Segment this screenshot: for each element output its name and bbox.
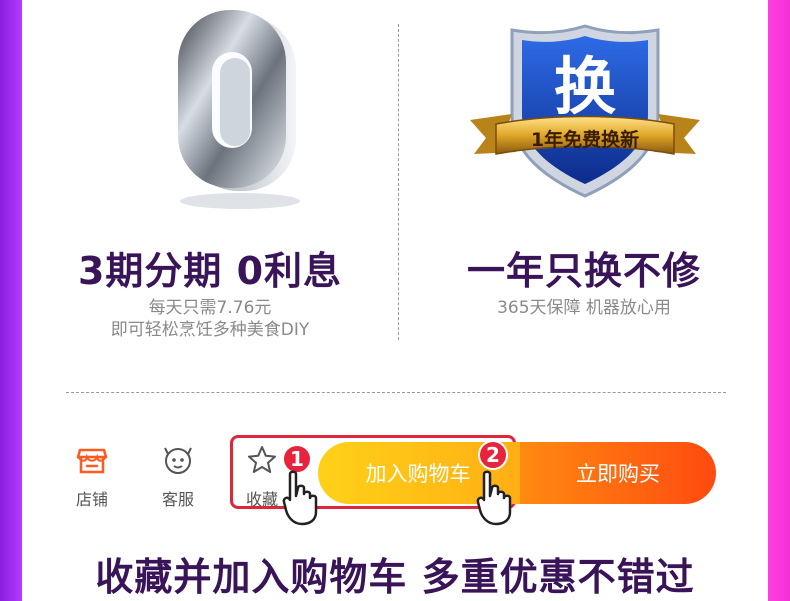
badge-char: 换	[554, 50, 616, 123]
store-icon	[76, 448, 108, 474]
step-two-number: 2	[486, 443, 500, 467]
star-icon	[248, 446, 276, 473]
shop-button[interactable]: 店铺	[62, 444, 122, 510]
warranty-badge-icon: 换 1年免费换新	[470, 24, 700, 198]
buy-now-button[interactable]: 立即购买	[520, 442, 716, 504]
step-one-number: 1	[290, 447, 304, 471]
zero-graphic	[178, 10, 300, 209]
service-label: 客服	[161, 490, 194, 509]
promo-replace-warranty: 换 1年免费换新 一年只换不修 365天保障 机器放心用	[400, 0, 768, 360]
promo-interest-free: 3期分期 0利息 每天只需7.76元 即可轻松烹饪多种美食DIY	[22, 0, 398, 360]
pointing-hand-icon	[282, 470, 318, 526]
buy-now-label: 立即购买	[576, 462, 660, 486]
daily-price-text: 每天只需7.76元	[148, 298, 272, 318]
footer-title: 收藏并加入购物车 多重优惠不错过	[95, 555, 695, 599]
shop-label: 店铺	[75, 490, 108, 509]
diy-text: 即可轻松烹饪多种美食DIY	[110, 320, 310, 340]
pointing-hand-icon	[476, 470, 512, 526]
service-face-icon	[164, 447, 192, 474]
warranty-headline: 一年只换不修	[466, 249, 701, 293]
step-two-badge: 2	[478, 440, 508, 470]
customer-service-button[interactable]: 客服	[148, 444, 208, 510]
ribbon-text: 1年免费换新	[531, 128, 639, 151]
interest-free-headline: 3期分期 0利息	[77, 249, 343, 293]
horizontal-divider	[66, 392, 726, 393]
add-to-cart-label: 加入购物车	[365, 462, 471, 486]
vertical-divider	[398, 24, 399, 340]
guarantee-text: 365天保障 机器放心用	[497, 298, 671, 318]
